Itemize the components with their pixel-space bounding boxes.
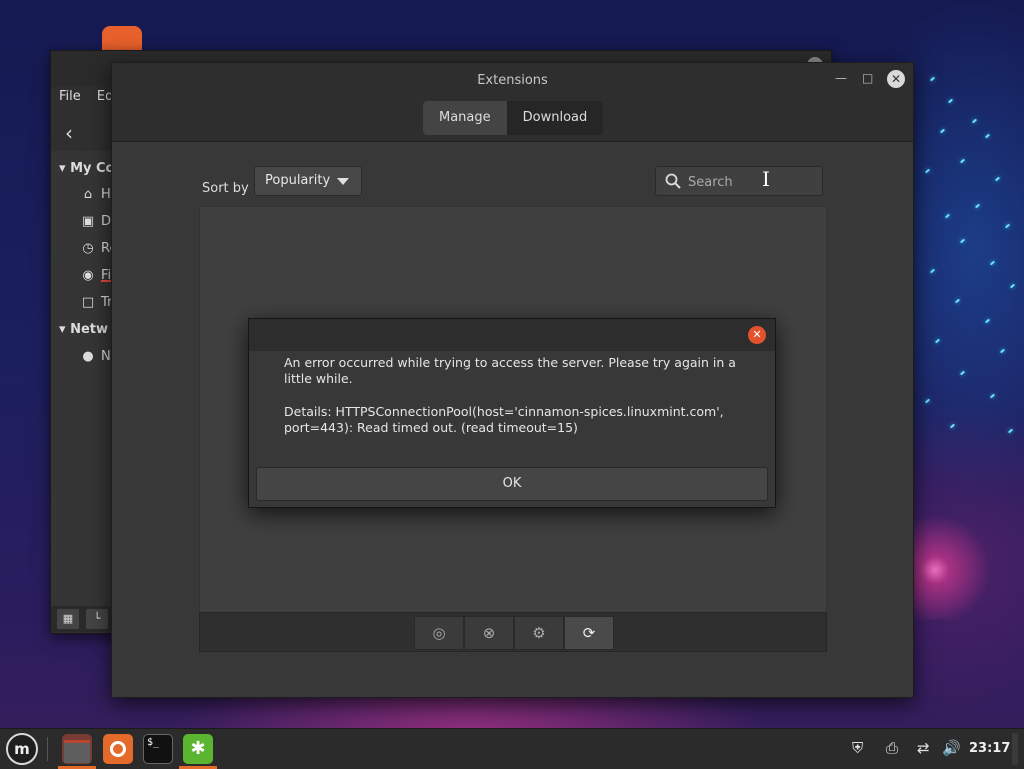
- clock[interactable]: 23:17: [969, 741, 1010, 756]
- drive-icon: ◉: [82, 268, 94, 283]
- network-icon[interactable]: ⇄: [917, 739, 930, 757]
- search-input[interactable]: [686, 171, 815, 193]
- refresh-icon[interactable]: ⟳: [564, 616, 614, 650]
- chevron-down-icon: [337, 178, 349, 185]
- sort-by-label: Sort by: [202, 181, 249, 196]
- menu-file[interactable]: File: [59, 89, 81, 104]
- file-manager-bottom-bar: ▦ └: [51, 606, 113, 632]
- dialog-titlebar[interactable]: [249, 319, 775, 351]
- maximize-icon[interactable]: □: [862, 71, 873, 85]
- sidebar-item-network[interactable]: ● N: [81, 349, 110, 364]
- extensions-puzzle-icon[interactable]: ✱: [183, 734, 213, 764]
- files-folder-icon[interactable]: [62, 734, 92, 764]
- sort-by-value: Popularity: [265, 173, 331, 188]
- clock-icon: ◷: [82, 241, 94, 256]
- show-places-button[interactable]: ▦: [57, 609, 79, 629]
- error-dialog: ✕ An error occurred while trying to acce…: [248, 318, 776, 508]
- printer-icon[interactable]: ⎙: [886, 739, 898, 757]
- remove-icon[interactable]: ⊗: [464, 616, 514, 650]
- error-details: Details: HTTPSConnectionPool(host='cinna…: [284, 404, 724, 435]
- error-message: An error occurred while trying to access…: [284, 355, 736, 386]
- show-tree-button[interactable]: └: [86, 609, 108, 629]
- file-manager-sidebar: ▾ My Co ⌂ Ho ▣ De ◷ Re ◉ Fi □ Tr ▾ Netw ● N: [51, 151, 119, 606]
- shield-icon[interactable]: ⛨: [852, 739, 863, 757]
- tab-download[interactable]: Download: [507, 101, 604, 135]
- search-box[interactable]: [655, 166, 823, 196]
- lightbulb-icon[interactable]: ◎: [414, 616, 464, 650]
- back-arrow-icon[interactable]: ‹: [65, 121, 73, 145]
- taskbar: m $_ ✱ ⛨ ⎙ ⇄ 🔊 23:17: [0, 728, 1024, 769]
- sort-by-dropdown[interactable]: Popularity: [254, 166, 362, 196]
- tab-switcher: Manage Download: [423, 101, 604, 135]
- dialog-close-button[interactable]: ✕: [748, 326, 766, 344]
- volume-icon[interactable]: 🔊: [942, 739, 961, 757]
- taskbar-separator: [47, 737, 48, 761]
- sidebar-item-trash[interactable]: □ Tr: [81, 295, 113, 310]
- firefox-icon[interactable]: [103, 734, 133, 764]
- linux-mint-menu-button[interactable]: m: [6, 733, 38, 765]
- text-cursor-icon: I: [762, 167, 770, 191]
- tab-manage[interactable]: Manage: [423, 101, 507, 135]
- show-desktop-button[interactable]: [1012, 733, 1018, 765]
- minimize-icon[interactable]: —: [835, 71, 847, 85]
- trash-icon: □: [81, 295, 95, 310]
- desktop-icon: ▣: [81, 214, 95, 229]
- extensions-headerbar[interactable]: Extensions — □ ✕ Manage Download: [112, 63, 913, 142]
- sidebar-section-network[interactable]: ▾ Netw: [59, 322, 108, 337]
- ok-button[interactable]: OK: [256, 467, 768, 501]
- search-icon: [665, 173, 681, 189]
- globe-icon: ●: [82, 349, 94, 364]
- sidebar-section-my-computer[interactable]: ▾ My Co: [59, 161, 114, 176]
- close-button[interactable]: ✕: [887, 70, 905, 88]
- gear-icon[interactable]: ⚙: [514, 616, 564, 650]
- home-icon: ⌂: [83, 187, 93, 202]
- window-title: Extensions: [477, 73, 548, 88]
- extensions-toolbar: ◎ ⊗ ⚙ ⟳: [199, 612, 827, 652]
- firework-burst-decoration: [905, 510, 995, 620]
- terminal-icon[interactable]: $_: [143, 734, 173, 764]
